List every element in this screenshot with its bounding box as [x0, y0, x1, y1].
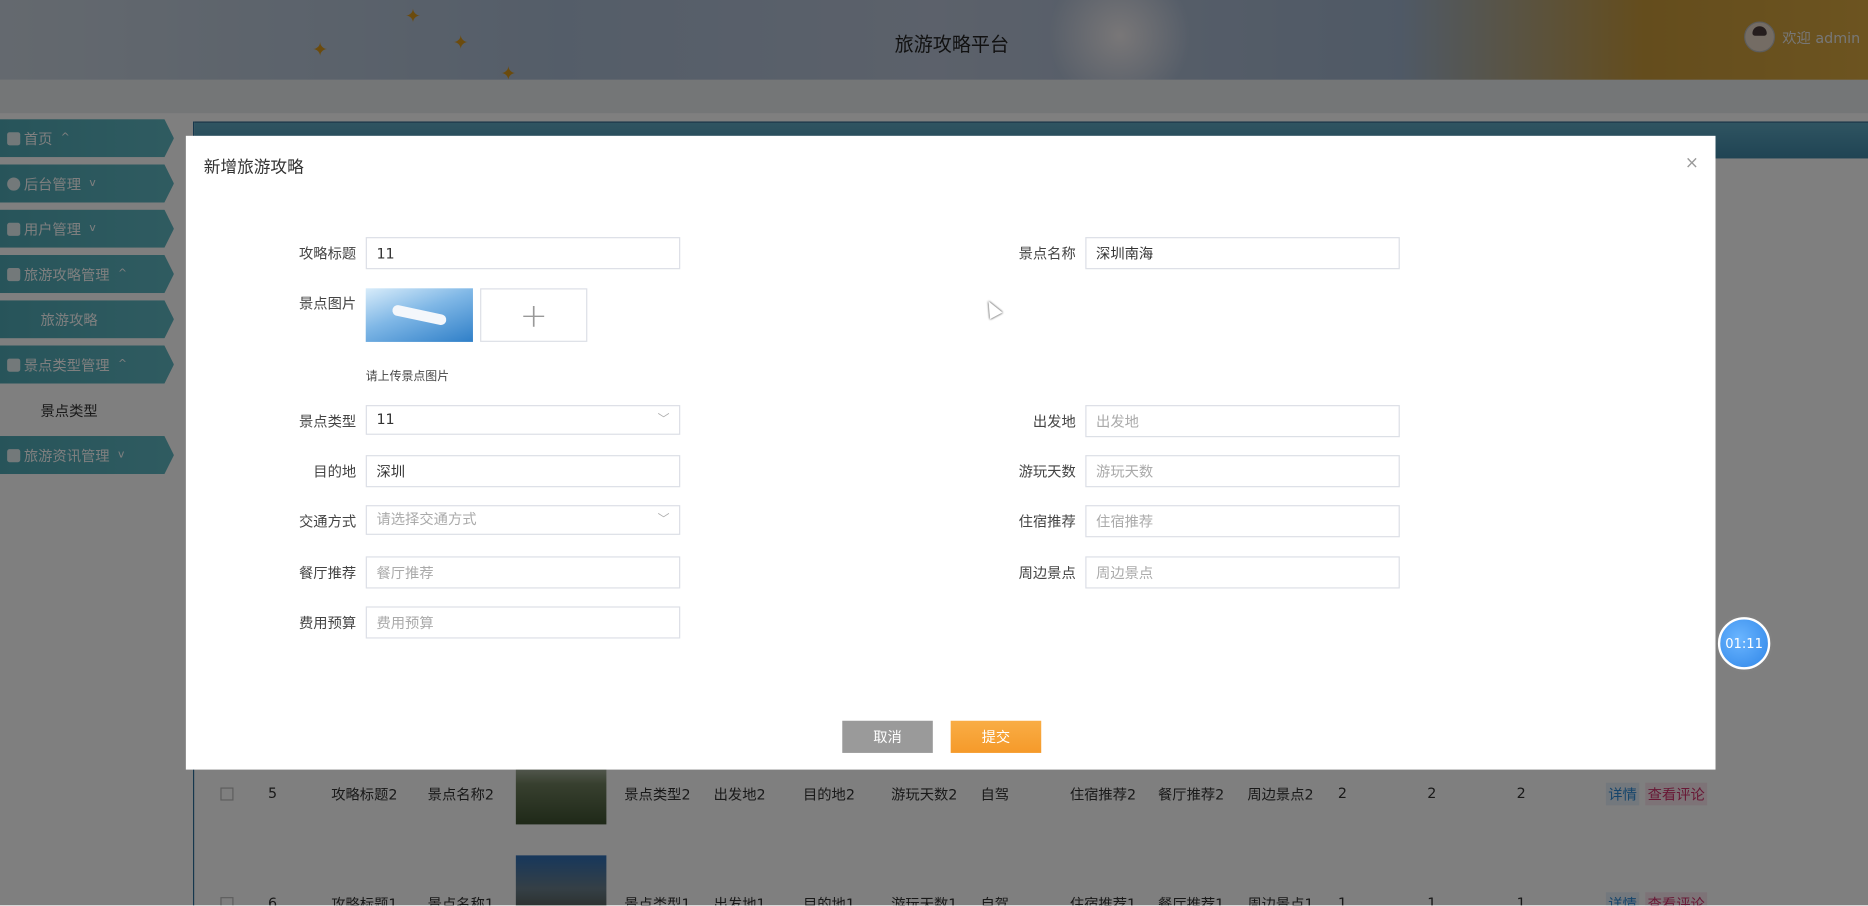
destination-label: 目的地: [313, 463, 357, 481]
chevron-down-icon: ﹀: [657, 513, 670, 527]
upload-hint: 请上传景点图片: [365, 370, 450, 384]
destination-input[interactable]: [365, 455, 681, 488]
title-label: 攻略标题: [299, 245, 357, 263]
restaurant-label: 餐厅推荐: [299, 564, 357, 582]
close-icon[interactable]: ×: [1685, 154, 1699, 173]
cancel-button[interactable]: 取消: [842, 720, 933, 753]
restaurant-input[interactable]: [365, 556, 681, 589]
hotel-input[interactable]: [1085, 505, 1400, 538]
hotel-label: 住宿推荐: [1018, 513, 1076, 531]
chevron-down-icon: ﹀: [657, 413, 670, 427]
days-label: 游玩天数: [1018, 463, 1076, 481]
uploaded-image-thumbnail[interactable]: [365, 288, 473, 342]
departure-input[interactable]: [1085, 405, 1400, 438]
nearby-input[interactable]: [1085, 556, 1400, 589]
transport-label: 交通方式: [299, 513, 357, 531]
dialog-title: 新增旅游攻略: [203, 158, 304, 178]
add-guide-dialog: 新增旅游攻略 × 攻略标题 景点名称 景点图片 + 请上传景点图片 景点类型 1…: [185, 135, 1716, 770]
spot-type-select[interactable]: 11 ﹀: [365, 405, 681, 435]
spot-name-label: 景点名称: [1018, 245, 1076, 263]
transport-placeholder: 请选择交通方式: [376, 511, 477, 528]
days-input[interactable]: [1085, 455, 1400, 488]
budget-label: 费用预算: [299, 614, 357, 632]
budget-input[interactable]: [365, 606, 681, 639]
departure-label: 出发地: [1032, 413, 1076, 431]
submit-button[interactable]: 提交: [950, 720, 1042, 753]
timer-badge[interactable]: 01:11: [1717, 617, 1771, 670]
spot-type-value: 11: [376, 411, 395, 428]
nearby-label: 周边景点: [1018, 564, 1076, 582]
transport-select[interactable]: 请选择交通方式 ﹀: [365, 505, 681, 535]
spot-name-input[interactable]: [1085, 237, 1400, 270]
title-input[interactable]: [365, 237, 681, 270]
image-label: 景点图片: [299, 295, 357, 313]
spot-type-label: 景点类型: [299, 413, 357, 431]
upload-add-button[interactable]: +: [480, 288, 588, 342]
